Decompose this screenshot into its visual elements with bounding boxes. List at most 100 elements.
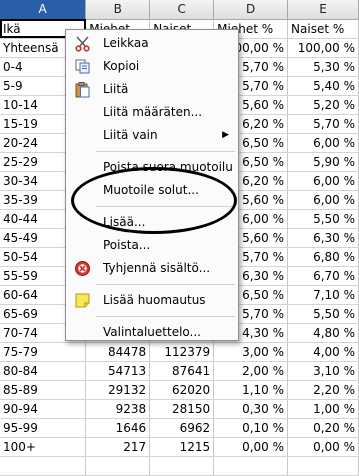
cell-men[interactable]: 9238 [85,399,151,419]
table-row: 90-94 9238 28150 0,30 % 1,00 % [0,399,359,419]
cell-women[interactable]: 87641 [149,361,215,381]
scissors-icon [74,35,91,52]
menu-item-label: Liitä vain [103,128,158,142]
cell-women-pct[interactable]: 5,50 % [287,304,359,324]
paste-icon [74,81,91,98]
table-row [0,456,359,476]
column-header-row: ABCDE [0,0,359,20]
cell-age[interactable] [0,456,87,476]
cell-men-pct[interactable]: 0,00 % [213,437,289,457]
menu-item-clear-contents[interactable]: Tyhjennä sisältö... [66,257,238,280]
cell-women-pct[interactable]: 5,40 % [287,76,359,96]
cell-men[interactable] [85,456,151,476]
menu-item-paste-special[interactable]: Liitä määräten... [66,101,238,124]
column-header-b[interactable]: B [85,0,151,20]
cell-men-pct[interactable]: 3,00 % [213,342,289,362]
cell-women-pct[interactable]: 7,10 % [287,285,359,305]
cell-women-pct[interactable] [287,456,359,476]
cell-women-pct[interactable]: 2,20 % [287,380,359,400]
menu-separator [96,284,235,285]
clear-icon [74,260,91,277]
cell-age[interactable]: 85-89 [0,380,87,400]
menu-item-cut[interactable]: Leikkaa [66,32,238,55]
cell-women-pct[interactable]: 6,00 % [287,133,359,153]
cell-women-pct[interactable]: 4,00 % [287,342,359,362]
cell-women-pct[interactable]: 6,80 % [287,247,359,267]
menu-item-label: Kopioi [103,59,140,73]
cell-women[interactable]: 28150 [149,399,215,419]
menu-item-label: Poista... [103,238,151,252]
table-row: 85-89 29132 62020 1,10 % 2,20 % [0,380,359,400]
menu-item-label: Tyhjennä sisältö... [103,261,211,275]
cell-women[interactable]: 1215 [149,437,215,457]
cell-age[interactable]: 100+ [0,437,87,457]
menu-item-paste[interactable]: Liitä [66,78,238,101]
menu-item-clear-direct-formatting[interactable]: Poista suora muotoilu [66,156,238,179]
cell-men[interactable]: 217 [85,437,151,457]
table-row: 100+ 217 1215 0,00 % 0,00 % [0,437,359,457]
cell-men[interactable]: 1646 [85,418,151,438]
menu-item-label: Lisää... [103,215,146,229]
cell-women[interactable] [149,456,215,476]
cell-women-pct[interactable]: 4,80 % [287,323,359,343]
cell-age[interactable]: 90-94 [0,399,87,419]
menu-item-label: Liitä [103,82,129,96]
cell-women-pct[interactable]: 5,20 % [287,95,359,115]
cell-women[interactable]: 112379 [149,342,215,362]
cell-age[interactable]: 75-79 [0,342,87,362]
cell-women-pct[interactable]: 5,50 % [287,209,359,229]
cell-women-pct[interactable]: 6,30 % [287,228,359,248]
menu-item-copy[interactable]: Kopioi [66,55,238,78]
cell-women-pct[interactable]: 100,00 % [287,38,359,58]
menu-separator [96,316,235,317]
context-menu: Leikkaa Kopioi Liitä Liitä määräten... Liitä… [65,29,239,341]
submenu-arrow-icon: ▶ [222,130,229,140]
cell-women-pct[interactable]: 6,00 % [287,190,359,210]
table-row: 75-79 84478 112379 3,00 % 4,00 % [0,342,359,362]
column-header-e[interactable]: E [287,0,359,20]
menu-item-label: Valintaluettelo... [103,325,201,339]
column-header-d[interactable]: D [213,0,289,20]
column-header-a[interactable]: A [0,0,87,20]
menu-item-selection-list[interactable]: Valintaluettelo... [66,321,238,344]
cell-men-pct[interactable]: 1,10 % [213,380,289,400]
cell-age[interactable]: 95-99 [0,418,87,438]
menu-item-insert-comment[interactable]: Lisää huomautus [66,289,238,312]
cell-women-pct[interactable]: 5,70 % [287,114,359,134]
cell-women-pct[interactable]: 5,30 % [287,57,359,77]
cell-women-pct[interactable]: 0,20 % [287,418,359,438]
cell-men-pct[interactable]: 0,10 % [213,418,289,438]
copy-icon [74,58,91,75]
cell-women-pct[interactable]: 3,10 % [287,361,359,381]
menu-item-label: Lisää huomautus [103,293,206,307]
cell-women-pct[interactable]: 1,00 % [287,399,359,419]
cell-age[interactable]: 80-84 [0,361,87,381]
cell-women-pct[interactable]: 6,70 % [287,266,359,286]
menu-item-delete[interactable]: Poista... [66,234,238,257]
cell-women-pct[interactable]: 0,00 % [287,437,359,457]
menu-separator [96,151,235,152]
cell-men-pct[interactable]: 2,00 % [213,361,289,381]
column-header-c[interactable]: C [149,0,215,20]
menu-item-insert[interactable]: Lisää... [66,211,238,234]
cell-women-pct[interactable]: 6,00 % [287,171,359,191]
menu-item-format-cells[interactable]: Muotoile solut... [66,179,238,202]
menu-item-label: Muotoile solut... [103,183,199,197]
cell-men[interactable]: 54713 [85,361,151,381]
header-cell-women-pct[interactable]: Naiset % [287,19,359,39]
menu-item-label: Liitä määräten... [103,105,203,119]
cell-men[interactable]: 29132 [85,380,151,400]
cell-women[interactable]: 6962 [149,418,215,438]
table-row: 80-84 54713 87641 2,00 % 3,10 % [0,361,359,381]
cell-men[interactable]: 84478 [85,342,151,362]
table-row: 95-99 1646 6962 0,10 % 0,20 % [0,418,359,438]
menu-item-label: Leikkaa [103,36,149,50]
menu-separator [96,206,235,207]
menu-item-label: Poista suora muotoilu [103,160,233,174]
cell-women-pct[interactable]: 5,90 % [287,152,359,172]
cell-men-pct[interactable]: 0,30 % [213,399,289,419]
note-icon [74,292,91,309]
menu-item-paste-only[interactable]: Liitä vain ▶ [66,124,238,147]
cell-men-pct[interactable] [213,456,289,476]
cell-women[interactable]: 62020 [149,380,215,400]
